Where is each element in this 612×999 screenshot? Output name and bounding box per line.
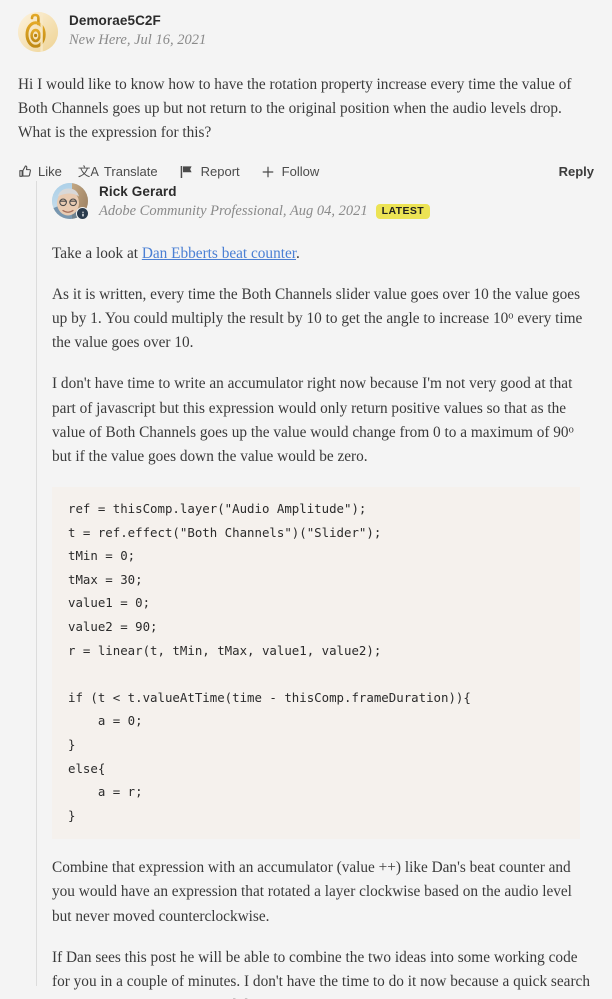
reply-body-outro: Combine that expression with an accumula… (52, 856, 594, 999)
post-body-paragraph: Hi I would like to know how to have the … (18, 76, 572, 142)
post-header: Demorae5C2F New Here, Jul 16, 2021 (18, 12, 594, 52)
original-post: Demorae5C2F New Here, Jul 16, 2021 Hi I … (18, 12, 594, 179)
translate-label: Translate (103, 164, 158, 180)
author-meta: New Here, Jul 16, 2021 (69, 31, 206, 50)
translate-icon: 文A (77, 163, 99, 179)
thumbs-up-icon (18, 164, 33, 179)
reply-author-identity: Rick Gerard Adobe Community Professional… (99, 183, 431, 221)
link-trail: . (296, 244, 300, 262)
post-body: Hi I would like to know how to have the … (18, 73, 594, 145)
avatar-wrapper (18, 12, 58, 52)
follow-label: Follow (281, 164, 320, 180)
author-rank-and-date: New Here, Jul 16, 2021 (69, 31, 207, 48)
reply-p3-part-a: I don't have time to write an accumulato… (52, 375, 573, 441)
reply-body-intro: Take a look at Dan Ebberts beat counter.… (52, 242, 594, 469)
reply-post-header: Rick Gerard Adobe Community Professional… (52, 183, 594, 221)
reply-paragraph-2: As it is written, every time the Both Ch… (52, 283, 594, 355)
thread-divider (36, 181, 37, 986)
link-lead-in: Take a look at (52, 244, 142, 262)
report-button[interactable]: Report (180, 164, 240, 179)
forum-thread-page: Demorae5C2F New Here, Jul 16, 2021 Hi I … (0, 0, 612, 999)
plus-icon (262, 166, 274, 178)
follow-button[interactable]: Follow (262, 164, 320, 180)
status-badge-latest: LATEST (375, 203, 431, 220)
verified-badge-icon (76, 207, 89, 220)
reply-avatar-wrapper (52, 183, 89, 220)
reply-author-rank-and-date: Adobe Community Professional, Aug 04, 20… (99, 202, 368, 219)
reply-outro-paragraph-1: Combine that expression with an accumula… (52, 859, 572, 925)
author-identity: Demorae5C2F New Here, Jul 16, 2021 (69, 12, 206, 50)
reply-p3-part-b: but if the value goes down the value wou… (52, 447, 368, 465)
action-bar: Like 文A Translate Report Follow Reply (18, 164, 594, 179)
code-snippet[interactable]: ref = thisComp.layer("Audio Amplitude");… (52, 486, 580, 840)
reply-outro-paragraph-2: If Dan sees this post he will be able to… (52, 948, 590, 999)
flag-icon (180, 165, 193, 179)
degree-symbol: o (568, 423, 574, 435)
translate-button[interactable]: 文A Translate (78, 164, 158, 179)
reply-author-name[interactable]: Rick Gerard (99, 184, 430, 201)
reply-author-meta: Adobe Community Professional, Aug 04, 20… (99, 202, 431, 221)
author-name[interactable]: Demorae5C2F (69, 13, 206, 30)
like-button[interactable]: Like (18, 164, 62, 179)
dan-ebberts-beat-counter-link[interactable]: Dan Ebberts beat counter (142, 245, 296, 262)
reply-post: Rick Gerard Adobe Community Professional… (52, 183, 594, 999)
reply-paragraph-3: I don't have time to write an accumulato… (52, 372, 594, 469)
reply-button[interactable]: Reply (559, 164, 594, 179)
demorae5c2f-avatar[interactable] (18, 12, 58, 52)
reply-paragraph-link: Take a look at Dan Ebberts beat counter. (52, 242, 594, 266)
like-label: Like (38, 164, 62, 180)
reply-p2-part-a: As it is written, every time the Both Ch… (52, 285, 581, 328)
report-label: Report (200, 164, 240, 180)
